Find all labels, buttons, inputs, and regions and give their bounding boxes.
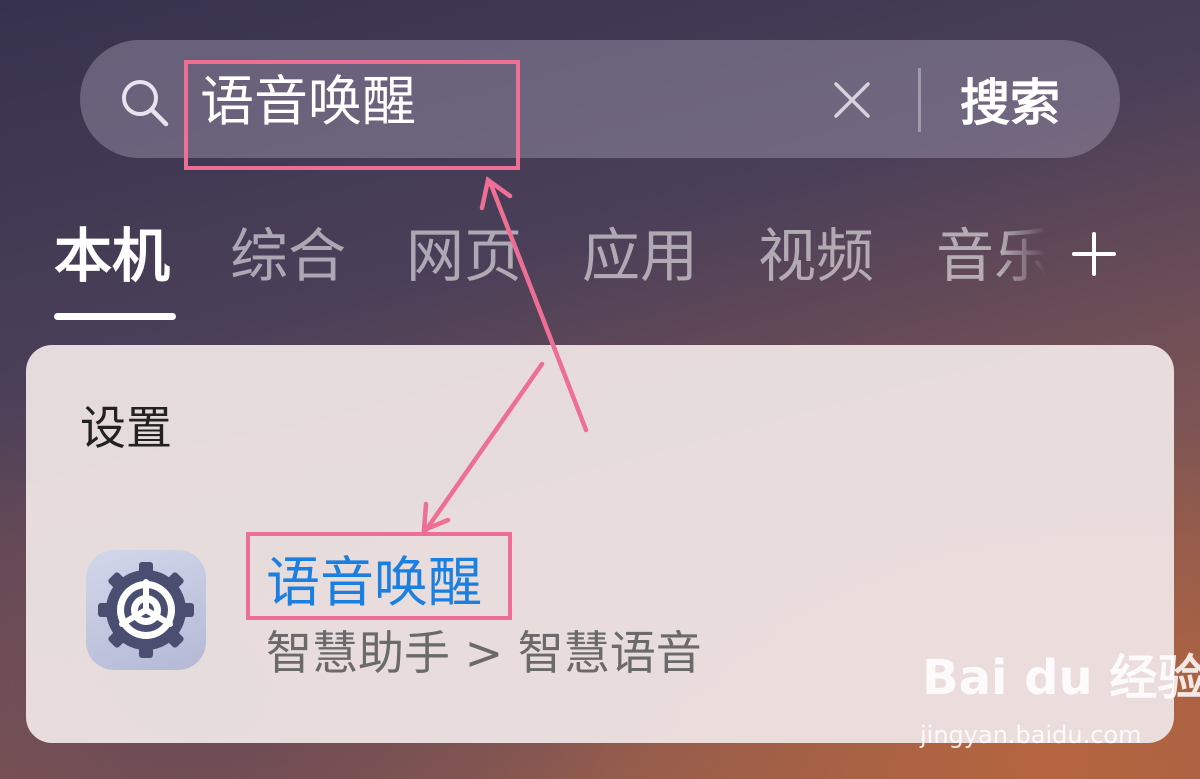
arrow-to-result [423,361,545,533]
arrow-to-search [487,179,589,433]
baidu-jingyan-watermark: Bai du 经验 jingyan.baidu.com [916,648,1200,758]
watermark-logo: Bai du 经验 [922,650,1200,706]
watermark-url: jingyan.baidu.com [920,721,1142,749]
